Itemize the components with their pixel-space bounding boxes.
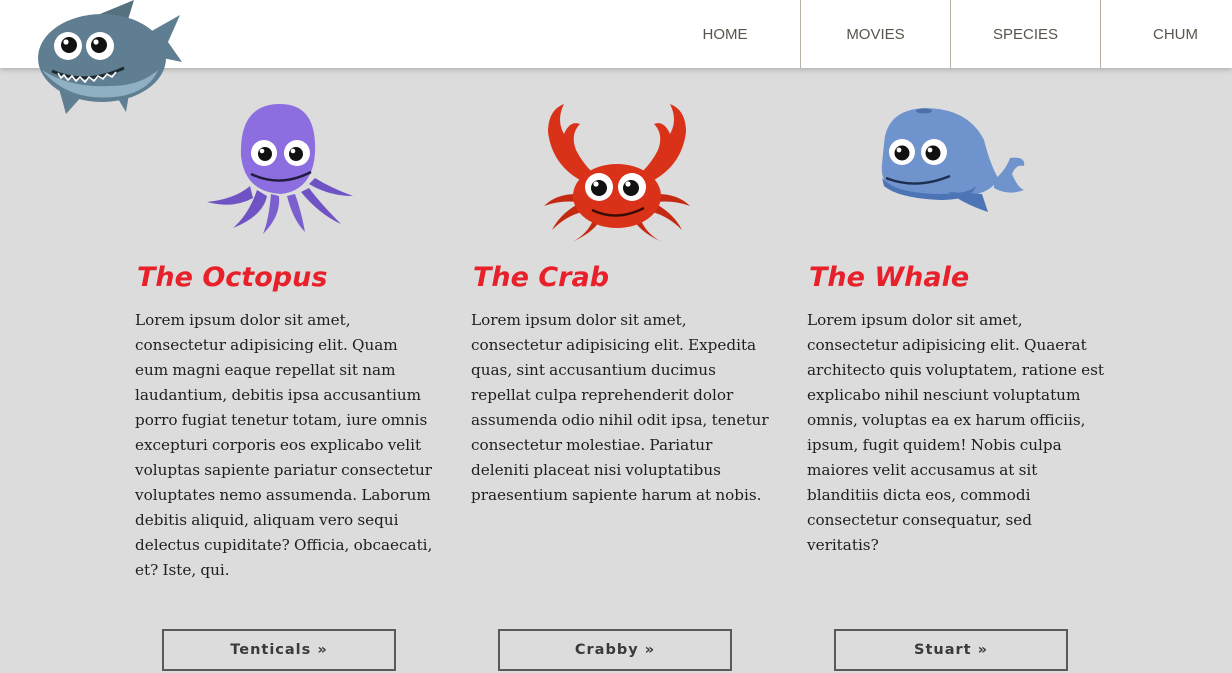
crab-icon <box>544 104 690 242</box>
shark-icon <box>38 0 182 114</box>
octopus-column: The Octopus Lorem ipsum dolor sit amet, … <box>135 258 435 583</box>
whale-icon <box>881 108 1025 212</box>
whale-title: The Whale <box>809 262 970 293</box>
crab-title: The Crab <box>473 262 610 293</box>
nav-movies-link[interactable]: MOVIES <box>800 0 950 68</box>
octopus-description: Lorem ipsum dolor sit amet, consectetur … <box>135 311 433 579</box>
nav-chum-link[interactable]: CHUM <box>1100 0 1232 68</box>
tenticals-button[interactable]: Tenticals » <box>162 629 396 671</box>
crab-column: The Crab Lorem ipsum dolor sit amet, con… <box>471 258 771 508</box>
whale-column: The Whale Lorem ipsum dolor sit amet, co… <box>807 258 1107 558</box>
whale-description: Lorem ipsum dolor sit amet, consectetur … <box>807 311 1105 554</box>
shark-logo[interactable] <box>30 0 190 122</box>
crabby-button[interactable]: Crabby » <box>498 629 732 671</box>
stuart-button[interactable]: Stuart » <box>834 629 1068 671</box>
octopus-icon <box>207 104 353 234</box>
nav-home-link[interactable]: HOME <box>650 0 800 68</box>
crab-description: Lorem ipsum dolor sit amet, consectetur … <box>471 311 769 504</box>
main-nav: HOME MOVIES SPECIES CHUM <box>650 0 1232 68</box>
octopus-title: The Octopus <box>137 262 328 293</box>
nav-species-link[interactable]: SPECIES <box>950 0 1100 68</box>
